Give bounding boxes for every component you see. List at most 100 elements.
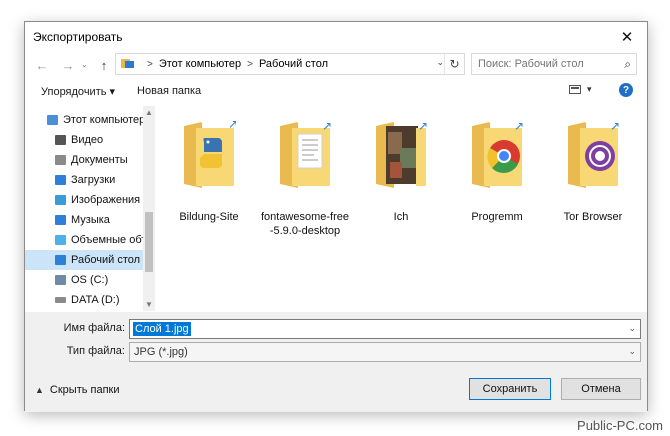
sidebar-item-video[interactable]: Видео [25,130,143,150]
scroll-down-icon[interactable]: ▼ [143,300,155,309]
file-label: fontawesome-free-5.9.0-desktop [260,211,350,237]
file-list: ↗ Bildung-Site ↗ fontawesome-free-5.9.0-… [156,106,646,311]
search-input[interactable] [478,58,618,70]
desktop-location-icon [121,58,135,70]
sidebar-item-label: DATA (D:) [71,294,120,306]
export-dialog: Экспортировать ✕ ← → ⌄ ↑ > Этот компьюте… [24,21,648,412]
help-icon[interactable]: ? [619,83,633,97]
scrollbar-thumb[interactable] [145,212,153,272]
search-box[interactable]: ⌕ [471,53,637,75]
sidebar-item-label: Музыка [71,214,110,226]
python-folder-icon: ↗ [184,118,236,188]
title-bar: Экспортировать ✕ [25,22,647,51]
refresh-button[interactable]: ↻ [444,54,464,74]
navigation-pane: Этот компьютер Видео Документы Загрузки … [25,106,155,311]
sidebar-item-label: Изображения [71,194,141,206]
file-label: Bildung-Site [179,211,239,223]
computer-icon [47,115,58,125]
sidebar-item-this-pc[interactable]: Этот компьютер [25,110,143,130]
sidebar-item-downloads[interactable]: Загрузки [25,170,143,190]
filename-field[interactable]: Слой 1.jpg ⌄ [129,319,641,339]
hide-folders-label: Скрыть папки [49,384,120,396]
view-options-icon[interactable] [569,85,581,94]
arrow-left-icon: ← [35,57,49,73]
cancel-button[interactable]: Отмена [561,378,641,400]
shortcut-arrow-icon: ↗ [610,119,620,133]
sidebar-item-3d-objects[interactable]: Объемные объ [25,230,143,250]
shortcut-arrow-icon: ↗ [322,119,332,133]
dialog-footer: Имя файла: Слой 1.jpg ⌄ Тип файла: JPG (… [25,312,647,412]
sidebar-item-drive-c[interactable]: OS (C:) [25,270,143,290]
close-button[interactable]: ✕ [607,22,647,51]
filetype-select[interactable]: JPG (*.jpg) ⌄ [129,342,641,362]
sidebar-item-documents[interactable]: Документы [25,150,143,170]
pictures-folder-icon [55,195,66,205]
file-item-ich[interactable]: ↗ Ich [356,106,446,231]
drive-icon [55,297,66,303]
breadcrumb-this-pc[interactable]: Этот компьютер [159,58,241,70]
filename-dropdown-icon[interactable]: ⌄ [628,323,636,334]
document-folder-icon: ↗ [280,119,332,188]
windows-drive-icon [55,275,66,285]
file-item-fontawesome[interactable]: ↗ fontawesome-free-5.9.0-desktop [260,106,350,237]
refresh-icon: ↻ [449,57,460,71]
3d-objects-folder-icon [55,235,66,245]
breadcrumb: > Этот компьютер > Рабочий стол [141,58,328,70]
sidebar-item-drive-d[interactable]: DATA (D:) [25,290,143,310]
shortcut-arrow-icon: ↗ [228,118,236,131]
filetype-dropdown-icon[interactable]: ⌄ [628,346,636,357]
filename-row: Имя файла: Слой 1.jpg ⌄ [25,319,647,339]
sidebar-scrollbar[interactable]: ▲ ▼ [143,106,155,311]
breadcrumb-desktop[interactable]: Рабочий стол [259,58,328,70]
organize-button[interactable]: Упорядочить ▾ [41,85,115,98]
arrow-right-icon: → [61,57,75,73]
scroll-up-icon[interactable]: ▲ [143,108,155,117]
sidebar-item-label: Загрузки [71,174,116,186]
file-label: Progremm [471,211,523,223]
sidebar-item-desktop[interactable]: Рабочий стол [25,250,143,270]
filetype-row: Тип файла: JPG (*.jpg) ⌄ [25,342,647,362]
shortcut-arrow-icon: ↗ [418,119,428,133]
filename-label: Имя файла: [63,322,125,334]
view-dropdown-icon[interactable]: ▾ [587,84,592,95]
desktop-folder-icon [55,255,66,265]
filename-input[interactable]: Слой 1.jpg [133,322,191,336]
recent-locations-chevron-icon[interactable]: ⌄ [81,60,88,69]
address-bar[interactable]: > Этот компьютер > Рабочий стол ⌄ ↻ [115,53,465,75]
file-label: Tor Browser [563,211,623,223]
video-folder-icon [55,135,66,145]
window-title: Экспортировать [33,29,123,44]
sidebar-item-label: Объемные объ [71,234,143,246]
forward-button[interactable]: → [59,56,77,74]
breadcrumb-chevron-icon: > [147,58,153,70]
file-item-bildung-site[interactable]: ↗ Bildung-Site [164,106,254,231]
sidebar-item-label: Документы [71,154,128,166]
file-item-tor-browser[interactable]: ↗ Tor Browser [548,106,638,231]
arrow-up-icon: ↑ [100,57,108,73]
sidebar-item-music[interactable]: Музыка [25,210,143,230]
chevron-up-icon: ▲ [35,385,44,395]
hide-folders-button[interactable]: ▲ Скрыть папки [35,384,120,396]
command-bar: Упорядочить ▾ Новая папка ▾ ? [25,80,647,102]
up-button[interactable]: ↑ [95,56,113,74]
shortcut-arrow-icon: ↗ [514,119,524,133]
address-row: ← → ⌄ ↑ > Этот компьютер > Рабочий стол … [25,52,647,78]
back-button[interactable]: ← [33,56,51,74]
save-button[interactable]: Сохранить [469,378,551,400]
sidebar-item-label: Рабочий стол [71,254,141,266]
address-dropdown-icon[interactable]: ⌄ [436,57,444,68]
search-icon: ⌕ [624,57,631,71]
new-folder-button[interactable]: Новая папка [137,85,201,97]
documents-folder-icon [55,155,66,165]
sidebar-item-label: Видео [71,134,104,146]
filetype-value: JPG (*.jpg) [134,346,188,358]
breadcrumb-chevron-icon: > [247,58,253,70]
watermark: Public-PC.com [577,418,663,433]
music-folder-icon [55,215,66,225]
file-item-progremm[interactable]: ↗ Progremm [452,106,542,231]
sidebar-item-label: OS (C:) [71,274,109,286]
downloads-folder-icon [55,175,66,185]
sidebar-item-pictures[interactable]: Изображения [25,190,143,210]
file-label: Ich [393,211,409,223]
sidebar-item-label: Этот компьютер [63,114,143,126]
